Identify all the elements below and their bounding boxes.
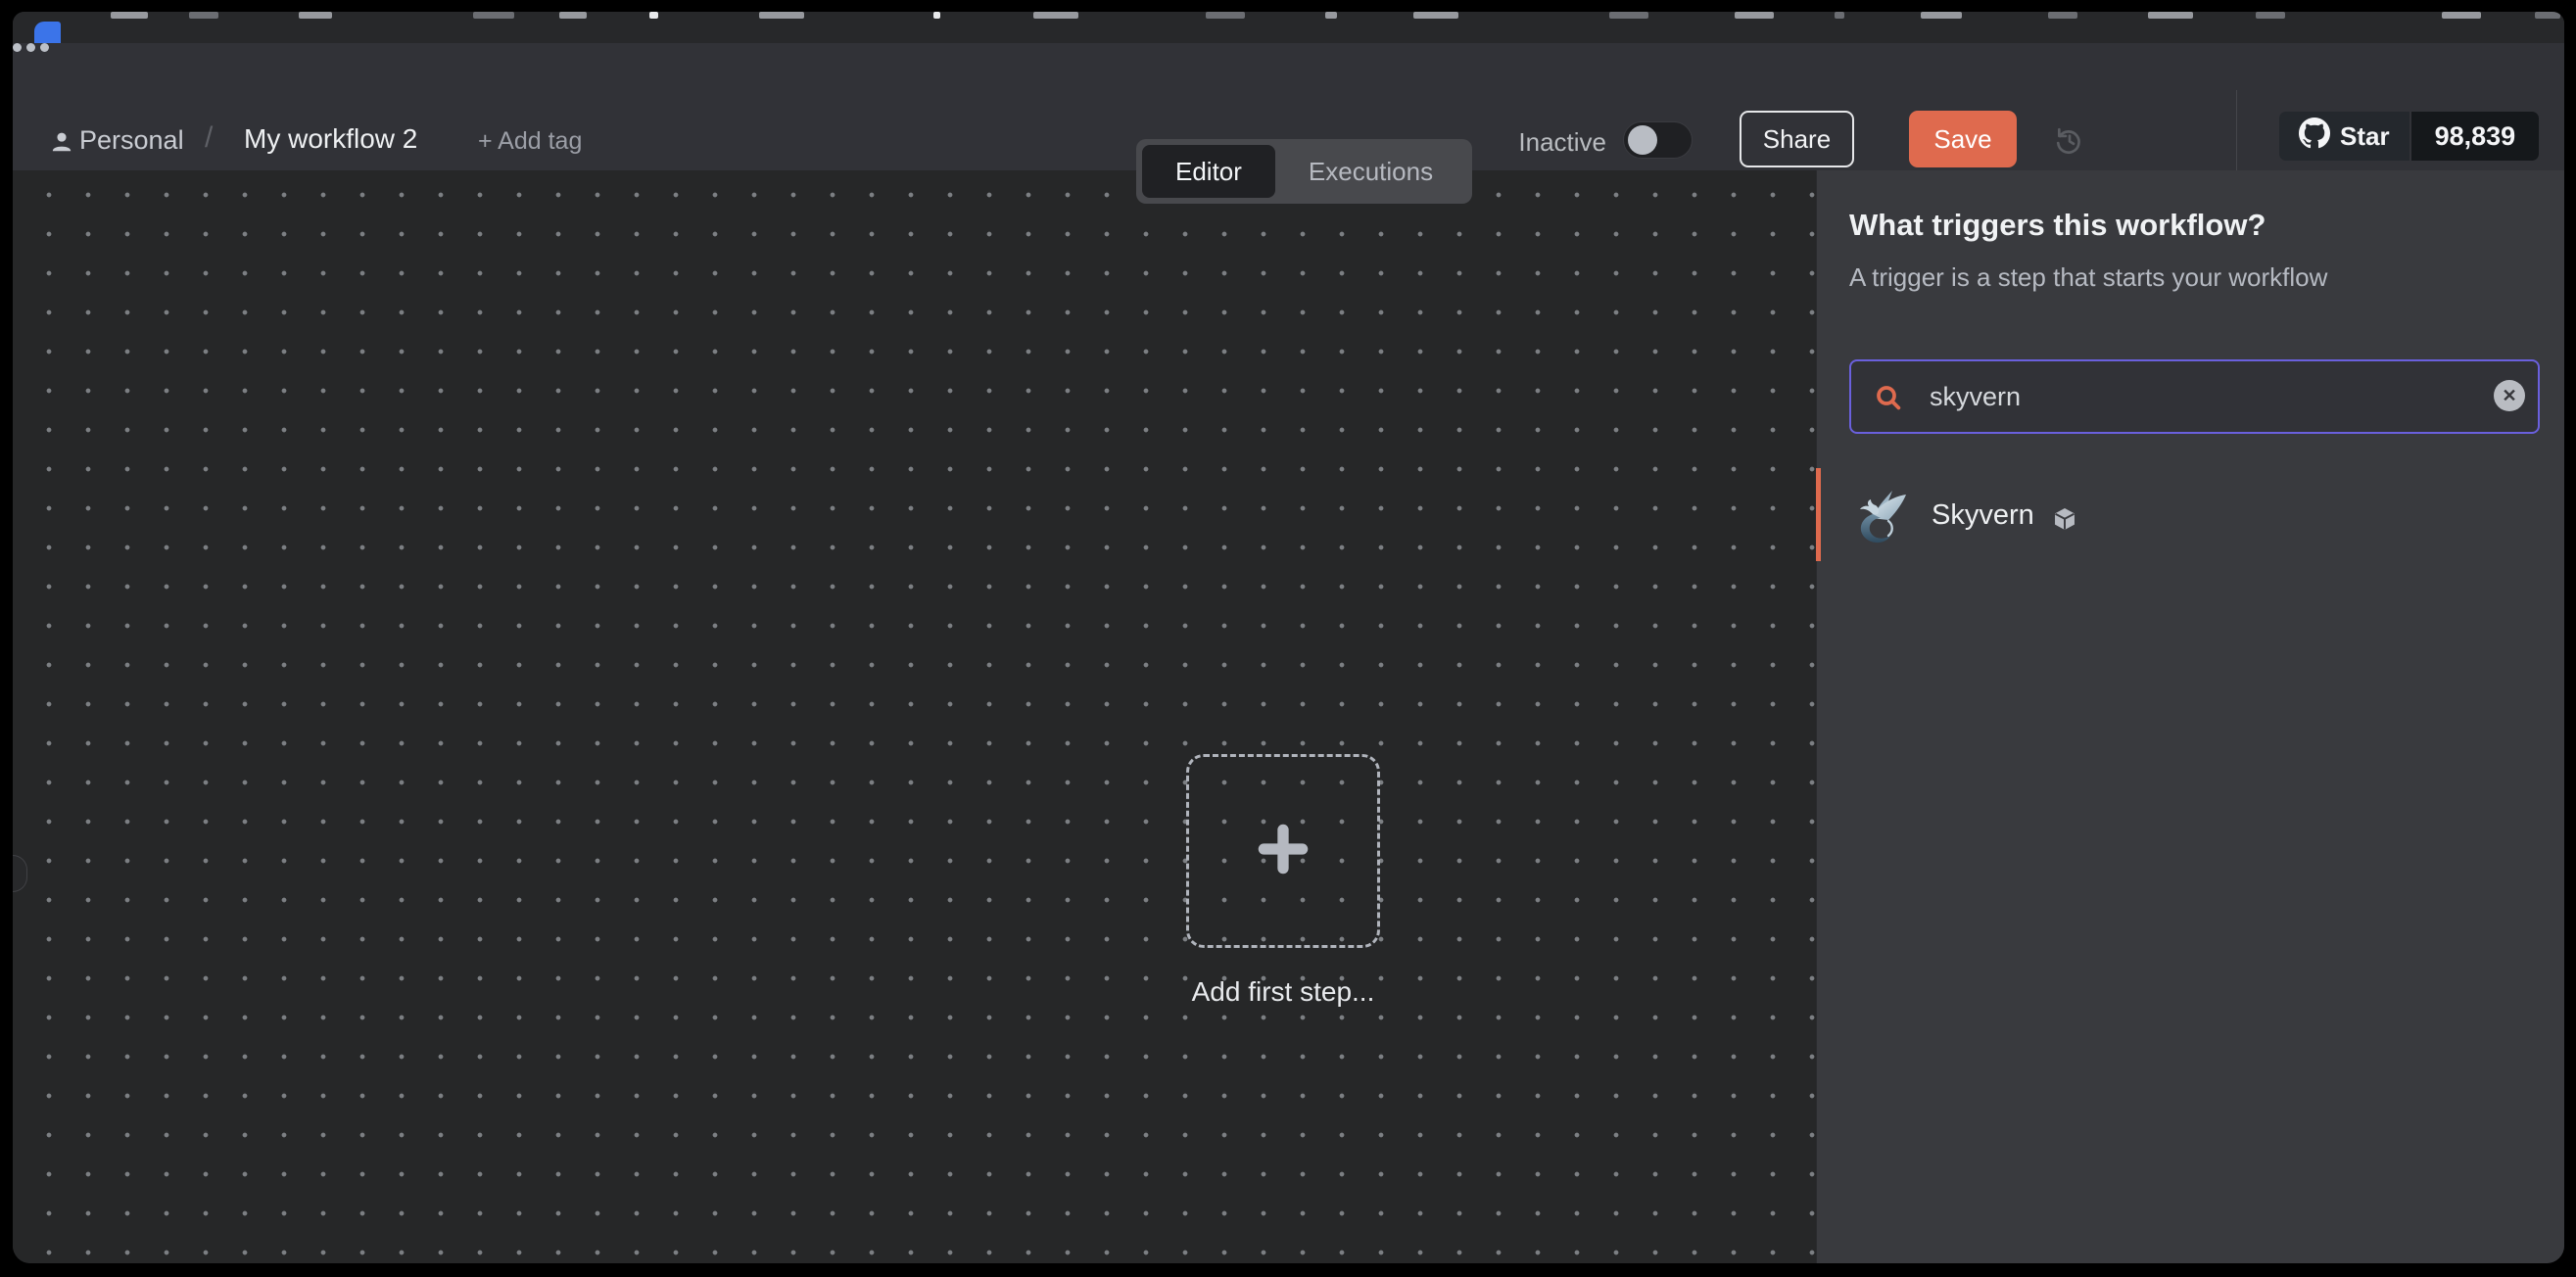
activation-status-label: Inactive	[1482, 127, 1606, 158]
browser-tab-strip	[13, 12, 2564, 44]
add-tag-button[interactable]: + Add tag	[478, 127, 582, 156]
workflow-canvas[interactable]: Add first step...	[13, 170, 1816, 1263]
skyvern-dragon-icon	[1849, 487, 1912, 549]
tab-executions[interactable]: Executions	[1275, 145, 1466, 198]
github-octocat-icon	[2299, 118, 2330, 156]
history-icon[interactable]	[2054, 125, 2085, 157]
save-button[interactable]: Save	[1909, 111, 2017, 167]
search-icon	[1873, 382, 1904, 418]
breadcrumb-project[interactable]: Personal	[79, 125, 184, 156]
favicon-fragment	[34, 22, 61, 43]
search-result-skyvern[interactable]: Skyvern	[1816, 468, 2564, 561]
sidebar-expand-button[interactable]	[13, 855, 27, 892]
result-node-name: Skyvern	[1932, 499, 2034, 532]
app-window: Personal / My workflow 2 + Add tag Inact…	[13, 12, 2564, 1263]
toggle-knob	[1628, 125, 1657, 155]
github-star-label: Star	[2340, 121, 2390, 152]
package-cube-icon	[2052, 506, 2077, 537]
ellipsis-icon[interactable]	[13, 43, 2564, 52]
add-first-step-label: Add first step...	[1136, 976, 1430, 1008]
plus-icon	[1251, 817, 1315, 886]
user-icon	[49, 129, 74, 155]
activation-toggle[interactable]	[1623, 121, 1693, 159]
tab-editor[interactable]: Editor	[1142, 145, 1275, 198]
trigger-panel	[1816, 170, 2564, 1263]
github-star-count[interactable]: 98,839	[2411, 112, 2540, 161]
github-star-button[interactable]: Star	[2279, 112, 2409, 161]
github-star-widget[interactable]: Star 98,839	[2279, 112, 2539, 161]
workflow-title[interactable]: My workflow 2	[244, 123, 417, 155]
panel-subtitle: A trigger is a step that starts your wor…	[1849, 262, 2327, 293]
result-hover-accent	[1816, 468, 1821, 561]
circle-x-icon[interactable]: ✕	[2494, 380, 2525, 411]
view-switch: Editor Executions	[1136, 139, 1472, 204]
add-first-step-button[interactable]	[1186, 754, 1380, 948]
share-button[interactable]: Share	[1740, 111, 1854, 167]
panel-title: What triggers this workflow?	[1849, 208, 2266, 243]
breadcrumb-separator: /	[205, 121, 213, 155]
node-search-input[interactable]	[1849, 359, 2540, 434]
